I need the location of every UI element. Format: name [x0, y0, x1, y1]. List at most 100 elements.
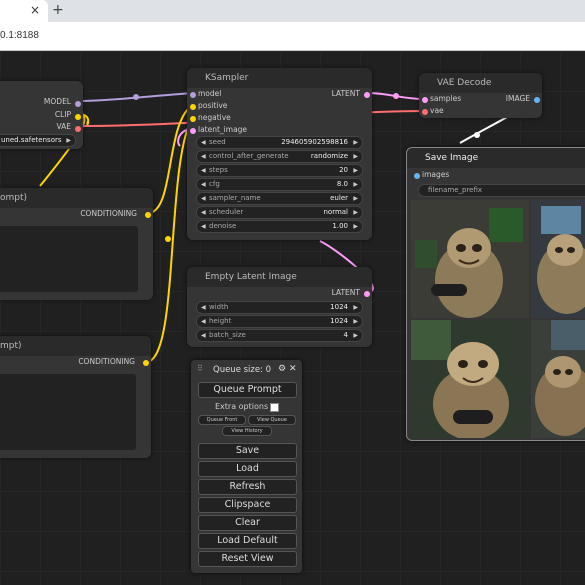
images-input-dot[interactable]: [414, 173, 420, 179]
node-canvas[interactable]: MODEL CLIP VAE uned.safetensors ▶ ompt) …: [0, 51, 585, 585]
filename-prefix-widget[interactable]: filename_prefix: [418, 184, 585, 197]
clear-button[interactable]: Clear: [198, 515, 297, 531]
width-widget[interactable]: ◀ width 1024 ▶: [196, 301, 363, 314]
ckpt-name-value: uned.safetensors: [1, 136, 62, 144]
extra-options-checkbox[interactable]: [270, 403, 279, 412]
checkpoint-loader-node[interactable]: MODEL CLIP VAE uned.safetensors ▶: [0, 81, 83, 149]
arrow-right-icon[interactable]: ▶: [353, 193, 358, 204]
prompt-text-area[interactable]: [0, 374, 136, 450]
queue-prompt-button[interactable]: Queue Prompt: [198, 382, 297, 398]
latent-output-dot[interactable]: [364, 92, 370, 98]
widget-value: 20: [339, 166, 348, 174]
model-input-dot[interactable]: [190, 92, 196, 98]
arrow-right-icon[interactable]: ▶: [66, 135, 71, 146]
arrow-left-icon[interactable]: ◀: [201, 165, 206, 176]
arrow-left-icon[interactable]: ◀: [201, 221, 206, 232]
queue-panel: ⠿ Queue size: 0 ⚙ ✕ Queue Prompt Extra o…: [191, 360, 302, 573]
arrow-right-icon[interactable]: ▶: [353, 207, 358, 218]
empty-latent-image-node[interactable]: Empty Latent Image LATENT ◀ width 1024 ▶…: [187, 267, 372, 347]
extra-options-label: Extra options: [215, 402, 269, 411]
arrow-right-icon[interactable]: ▶: [353, 151, 358, 162]
arrow-left-icon[interactable]: ◀: [201, 193, 206, 204]
arrow-right-icon[interactable]: ▶: [353, 302, 358, 313]
address-bar[interactable]: 0.1:8188: [0, 22, 585, 51]
arrow-right-icon[interactable]: ▶: [353, 316, 358, 327]
arrow-right-icon[interactable]: ▶: [353, 179, 358, 190]
vae-input-dot[interactable]: [422, 109, 428, 115]
arrow-left-icon[interactable]: ◀: [201, 179, 206, 190]
arrow-left-icon[interactable]: ◀: [201, 137, 206, 148]
browser-tab[interactable]: ×: [0, 0, 48, 22]
output-image-thumbnail[interactable]: [411, 320, 529, 438]
input-samples: samples: [430, 94, 462, 103]
save-image-node[interactable]: Save Image images filename_prefix: [406, 147, 585, 441]
widget-value: 1.00: [332, 222, 348, 230]
port-label: CLIP: [54, 110, 71, 119]
model-port-dot[interactable]: [75, 101, 81, 107]
batch-size-widget[interactable]: ◀ batch_size 4 ▶: [196, 329, 363, 342]
sampler-name-widget[interactable]: ◀ sampler_name euler ▶: [196, 192, 363, 205]
widget-label: filename_prefix: [428, 186, 483, 194]
denoise-widget[interactable]: ◀ denoise 1.00 ▶: [196, 220, 363, 233]
ksampler-node[interactable]: KSampler model positive negative latent_…: [187, 68, 372, 240]
scheduler-widget[interactable]: ◀ scheduler normal ▶: [196, 206, 363, 219]
ckpt-name-widget[interactable]: uned.safetensors ▶: [0, 134, 76, 147]
widget-label: batch_size: [209, 331, 246, 339]
sloth-image: [411, 320, 529, 438]
output-image-thumbnail[interactable]: [531, 200, 585, 318]
port-label: MODEL: [43, 97, 71, 106]
conditioning-port-dot[interactable]: [145, 212, 151, 218]
image-output-dot[interactable]: [534, 97, 540, 103]
arrow-right-icon[interactable]: ▶: [353, 137, 358, 148]
latent-output-dot[interactable]: [364, 291, 370, 297]
load-button[interactable]: Load: [198, 461, 297, 477]
clipspace-button[interactable]: Clipspace: [198, 497, 297, 513]
load-default-button[interactable]: Load Default: [198, 533, 297, 549]
conditioning-port-dot[interactable]: [143, 360, 149, 366]
save-button[interactable]: Save: [198, 443, 297, 459]
steps-widget[interactable]: ◀ steps 20 ▶: [196, 164, 363, 177]
input-negative: negative: [198, 113, 231, 122]
control-after-generate-widget[interactable]: ◀ control_after_generate randomize ▶: [196, 150, 363, 163]
negative-input-dot[interactable]: [190, 116, 196, 122]
arrow-left-icon[interactable]: ◀: [201, 316, 206, 327]
arrow-left-icon[interactable]: ◀: [201, 330, 206, 341]
gear-icon[interactable]: ⚙: [278, 364, 286, 374]
widget-label: height: [209, 317, 232, 325]
cfg-widget[interactable]: ◀ cfg 8.0 ▶: [196, 178, 363, 191]
widget-label: width: [209, 303, 229, 311]
close-icon[interactable]: ✕: [289, 364, 297, 374]
reset-view-button[interactable]: Reset View: [198, 551, 297, 567]
arrow-left-icon[interactable]: ◀: [201, 302, 206, 313]
positive-input-dot[interactable]: [190, 104, 196, 110]
output-image: IMAGE: [505, 94, 530, 103]
output-latent: LATENT: [331, 89, 360, 98]
clip-text-encode-positive[interactable]: ompt) CONDITIONING: [0, 188, 153, 300]
arrow-right-icon[interactable]: ▶: [353, 165, 358, 176]
widget-value: 1024: [330, 303, 348, 311]
queue-front-button[interactable]: Queue Front: [198, 415, 246, 425]
samples-input-dot[interactable]: [422, 97, 428, 103]
latent-input-dot[interactable]: [190, 128, 196, 134]
refresh-button[interactable]: Refresh: [198, 479, 297, 495]
clip-port-dot[interactable]: [75, 114, 81, 120]
arrow-left-icon[interactable]: ◀: [201, 151, 206, 162]
url-text[interactable]: 0.1:8188: [0, 30, 39, 41]
vae-decode-node[interactable]: VAE Decode samples vae IMAGE: [419, 73, 542, 118]
drag-handle-icon[interactable]: ⠿: [197, 364, 203, 373]
widget-value: normal: [323, 208, 348, 216]
close-tab-icon[interactable]: ×: [30, 3, 40, 17]
new-tab-icon[interactable]: +: [52, 2, 64, 18]
arrow-right-icon[interactable]: ▶: [353, 221, 358, 232]
view-queue-button[interactable]: View Queue: [248, 415, 296, 425]
height-widget[interactable]: ◀ height 1024 ▶: [196, 315, 363, 328]
vae-port-dot[interactable]: [75, 126, 81, 132]
arrow-left-icon[interactable]: ◀: [201, 207, 206, 218]
arrow-right-icon[interactable]: ▶: [353, 330, 358, 341]
seed-widget[interactable]: ◀ seed 294605902598816 ▶: [196, 136, 363, 149]
clip-text-encode-negative[interactable]: mpt) CONDITIONING: [0, 336, 151, 458]
output-image-thumbnail[interactable]: [411, 200, 529, 318]
output-image-thumbnail[interactable]: [531, 320, 585, 438]
view-history-button[interactable]: View History: [222, 426, 272, 436]
prompt-text-area[interactable]: [0, 226, 138, 292]
